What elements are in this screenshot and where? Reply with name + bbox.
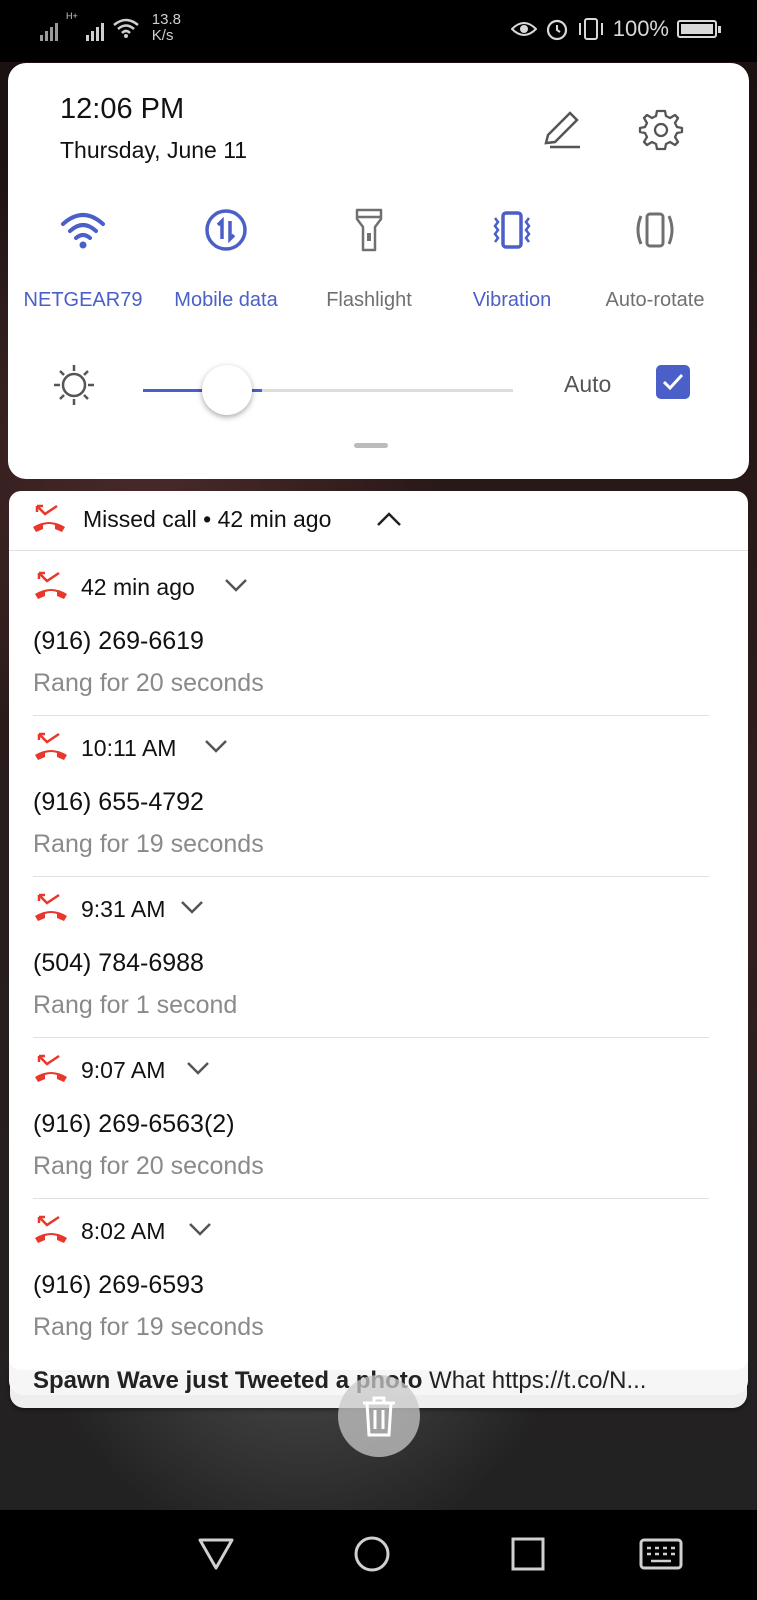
chevron-down-icon[interactable] [187,1220,213,1238]
missed-call-icon [35,571,67,599]
ring-duration: Rang for 20 seconds [33,1152,264,1180]
tile-mobile-data-label: Mobile data [174,289,278,311]
recents-button[interactable] [508,1534,548,1574]
auto-rotate-icon [636,212,674,248]
tile-wifi-label: NETGEAR79 [23,289,143,311]
call-time: 8:02 AM [81,1218,166,1244]
navigation-bar [0,1510,757,1600]
missed-call-entry[interactable]: 10:11 AM (916) 655-4792 Rang for 19 second… [33,713,733,877]
call-time: 42 min ago [81,574,195,600]
alarm-icon [546,19,567,41]
signal-icon [40,15,58,41]
trash-icon [363,1396,395,1437]
missed-call-entry[interactable]: 8:02 AM (916) 269-6593 Rang for 19 seconds [33,1196,733,1360]
signal-icon-2 [85,15,104,41]
tile-wifi[interactable]: NETGEAR79 [13,203,153,312]
network-type: H+ [66,11,78,21]
tile-vibration-label: Vibration [472,289,552,311]
call-time: 10:11 AM [81,735,177,761]
network-speed: 13.8 K/s [151,11,181,44]
missed-call-title: Missed call • 42 min ago [83,506,332,532]
tile-auto-rotate-label: Auto-rotate [605,289,705,311]
chevron-down-icon[interactable] [203,737,229,755]
status-bar: H+ 13.8 K/s 100% [0,0,757,62]
flashlight-icon [355,208,383,252]
panel-drag-handle[interactable] [354,443,388,448]
auto-brightness-label: Auto [564,371,612,397]
tile-flashlight-label: Flashlight [326,289,412,311]
gear-icon[interactable] [638,107,684,153]
missed-call-entry[interactable]: 9:07 AM (916) 269-6563(2) Rang for 20 seco… [33,1035,733,1199]
ring-duration: Rang for 20 seconds [33,669,264,697]
missed-call-icon [35,893,67,921]
chevron-up-icon[interactable] [375,509,403,529]
caller-number: (504) 784-6988 [33,949,204,977]
clear-notifications-button[interactable] [338,1375,420,1457]
chevron-down-icon[interactable] [179,898,205,916]
ring-duration: Rang for 1 second [33,991,238,1019]
quick-settings-panel: 12:06 PM Thursday, June 11 NETGEAR79 Mob… [8,63,749,479]
missed-call-icon [35,1215,67,1243]
battery-icon [677,20,721,38]
mobile-data-icon [205,209,247,251]
call-time: 9:07 AM [81,1057,166,1083]
caller-number: (916) 655-4792 [33,788,204,816]
tile-mobile-data[interactable]: Mobile data [156,203,296,312]
auto-brightness-checkbox[interactable] [656,365,690,399]
missed-call-notification[interactable]: Missed call • 42 min ago 42 min ago (916)… [9,491,748,1370]
edit-icon[interactable] [540,107,584,151]
ring-duration: Rang for 19 seconds [33,830,264,858]
missed-call-icon [33,504,65,532]
missed-call-entry[interactable]: 42 min ago (916) 269-6619 Rang for 20 seco… [33,552,733,716]
caller-number: (916) 269-6593 [33,1271,204,1299]
missed-call-entry[interactable]: 9:31 AM (504) 784-6988 Rang for 1 second [33,874,733,1038]
keyboard-button[interactable] [638,1534,684,1574]
brightness-icon [54,365,94,405]
chevron-down-icon[interactable] [223,576,249,594]
tile-vibration[interactable]: Vibration [442,203,582,312]
vibrate-icon [578,18,603,40]
tile-flashlight[interactable]: Flashlight [299,203,439,312]
chevron-down-icon[interactable] [185,1059,211,1077]
wifi-status-icon [112,18,139,38]
caller-number: (916) 269-6563(2) [33,1110,235,1138]
clock: 12:06 PM [60,93,185,125]
caller-number: (916) 269-6619 [33,627,204,655]
back-button[interactable] [196,1534,236,1574]
vibration-icon [493,211,531,249]
missed-call-icon [35,1054,67,1082]
brightness-slider[interactable] [143,365,513,415]
brightness-slider-thumb[interactable] [202,365,253,415]
checkmark-icon [662,373,684,391]
ring-duration: Rang for 19 seconds [33,1313,264,1341]
wifi-icon [61,213,105,249]
eye-icon [510,22,537,36]
call-time: 9:31 AM [81,896,166,922]
twitter-notification-text: What https://t.co/N... [422,1367,647,1394]
date: Thursday, June 11 [60,137,248,163]
tile-auto-rotate[interactable]: Auto-rotate [585,203,725,312]
missed-call-header[interactable]: Missed call • 42 min ago [9,491,748,551]
battery-percent: 100% [612,16,669,41]
missed-call-icon [35,732,67,760]
home-button[interactable] [352,1534,392,1574]
